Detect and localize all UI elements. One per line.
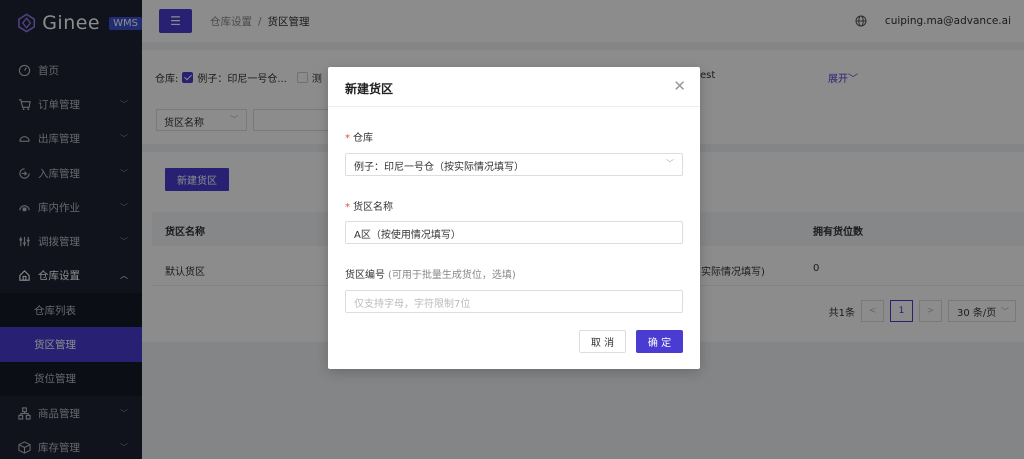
zone-code-input[interactable]: 仅支持字母，字符限制7位 xyxy=(345,290,683,313)
chevron-down-icon: ﹀ xyxy=(666,159,674,168)
warehouse-field-label: * 仓库 xyxy=(345,133,373,144)
zone-name-field-label: * 货区名称 xyxy=(345,202,393,213)
zone-code-hint: (可用于批量生成货位，选填) xyxy=(388,270,516,281)
zone-name-input[interactable]: A区（按使用情况填写） xyxy=(345,221,683,244)
dialog-divider xyxy=(328,106,700,107)
dialog-title: 新建货区 xyxy=(345,82,394,96)
new-zone-dialog: 新建货区 ✕ * 仓库 例子：印尼一号仓（按实际情况填写） ﹀ * 货区名称 A区（按… xyxy=(328,67,700,369)
required-mark: * xyxy=(345,133,350,144)
required-mark: * xyxy=(345,202,350,213)
cancel-button[interactable]: 取 消 xyxy=(579,330,626,353)
zone-code-field-label: 货区编号 (可用于批量生成货位，选填) xyxy=(345,270,516,281)
confirm-button[interactable]: 确 定 xyxy=(636,330,683,353)
close-icon[interactable]: ✕ xyxy=(673,77,686,95)
warehouse-select[interactable]: 例子：印尼一号仓（按实际情况填写） ﹀ xyxy=(345,153,683,176)
